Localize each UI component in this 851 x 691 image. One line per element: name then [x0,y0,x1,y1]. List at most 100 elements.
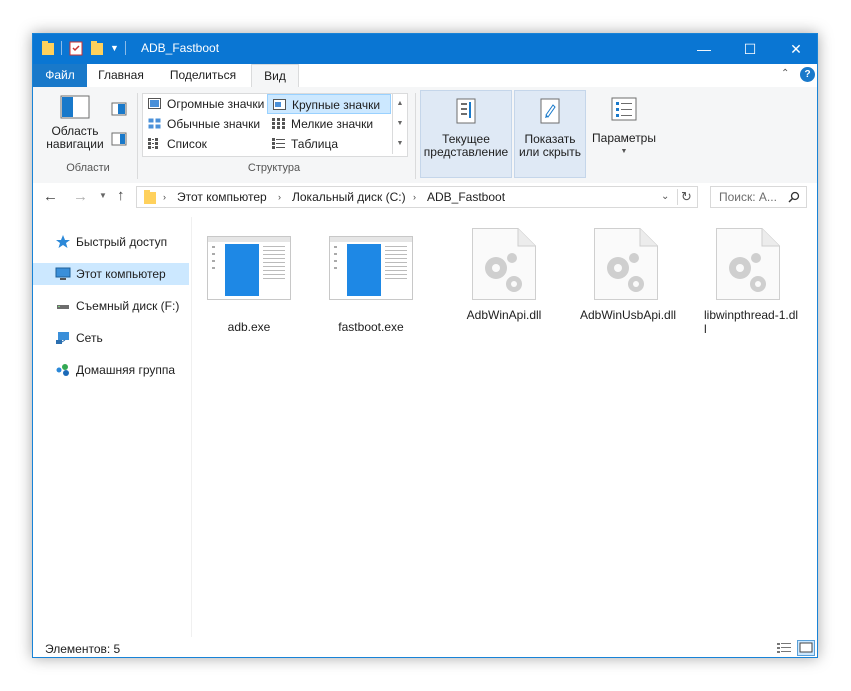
breadcrumb-separator-icon: › [278,192,281,202]
layout-large-icons[interactable]: Крупные значки [267,94,391,114]
layout-item-label: Мелкие значки [291,117,374,131]
layout-extra-large-icons[interactable]: Огромные значки [143,94,267,114]
nav-item-quick-access[interactable]: Быстрый доступ [33,231,189,253]
nav-item-network[interactable]: Сеть [33,327,189,349]
file-item[interactable]: libwinpthread-1.dll [696,228,800,336]
large-icons-view-icon[interactable] [797,640,815,656]
file-item[interactable]: adb.exe [197,236,301,334]
tab-file[interactable]: Файл [33,64,87,87]
properties-icon[interactable] [68,40,84,56]
file-name: fastboot.exe [338,320,404,334]
show-hide-icon [540,98,560,124]
breadcrumb-separator-icon: › [163,192,166,202]
layout-medium-icons[interactable]: Обычные значки [143,114,267,134]
star-icon [56,235,70,248]
file-name: libwinpthread-1.dll [704,308,799,336]
panes-group-label: Области [66,162,110,174]
options-dropdown-icon: ▼ [620,148,628,155]
nav-item-label: Сеть [76,331,103,345]
file-item[interactable]: AdbWinApi.dll [452,228,556,322]
drive-icon [57,305,69,309]
breadcrumb-current-folder[interactable]: ADB_Fastboot [427,190,505,204]
show-hide-label: Показать или скрыть [518,132,582,159]
details-pane-icon[interactable] [111,132,127,146]
back-icon[interactable]: ← [43,188,58,205]
file-item[interactable]: fastboot.exe [319,236,423,334]
navigation-pane-button[interactable]: Область навигации [43,95,107,155]
dll-gear-icon [716,228,780,300]
nav-item-label: Этот компьютер [76,267,166,281]
details-view-icon[interactable] [776,641,792,655]
address-dropdown-icon[interactable]: ⌄ [661,191,669,202]
layout-item-label: Обычные значки [167,117,261,131]
file-name: adb.exe [227,320,271,334]
address-bar[interactable]: › Этот компьютер › Локальный диск (C:) ›… [136,186,698,208]
gallery-expand[interactable]: ▼ [392,134,407,154]
explorer-window: ▼ ADB_Fastboot — ☐ ✕ Файл Главная Подели… [32,33,818,658]
nav-item-label: Съемный диск (F:) [76,299,180,313]
tab-share[interactable]: Поделиться [157,64,249,87]
nav-item-this-pc[interactable]: Этот компьютер [33,263,189,285]
ribbon-separator [137,93,138,179]
current-view-icon [456,98,476,124]
options-button[interactable]: Параметры ▼ [589,90,659,160]
extra-large-icons-icon [148,98,161,109]
large-icons-icon [273,99,286,110]
nav-item-removable-disk[interactable]: Съемный диск (F:) [33,295,189,317]
items-count: Элементов: 5 [45,642,121,656]
refresh-icon[interactable]: ↻ [681,189,692,205]
up-icon[interactable]: ↑ [117,187,125,204]
navigation-pane-label: Область навигации [46,124,104,151]
layout-group-label: Структура [247,162,301,174]
gallery-scroll-down[interactable]: ▼ [392,114,407,134]
qat-dropdown-icon[interactable]: ▼ [110,43,119,53]
title-bar: ▼ ADB_Fastboot — ☐ ✕ [33,34,817,64]
recent-locations-icon[interactable]: ▼ [99,191,107,200]
tab-view[interactable]: Вид [251,64,299,88]
show-hide-button[interactable]: Показать или скрыть [514,90,586,178]
homegroup-icon [56,364,69,376]
tab-home[interactable]: Главная [89,64,153,87]
file-name: AdbWinUsbApi.dll [580,308,677,322]
layout-item-label: Список [167,137,207,151]
maximize-button[interactable]: ☐ [727,34,773,64]
layout-item-label: Таблица [291,137,339,151]
search-input[interactable]: Поиск: A... [710,186,807,208]
preview-pane-icon[interactable] [111,102,127,116]
file-name: AdbWinApi.dll [466,308,542,322]
address-row: ← → ▼ ↑ › Этот компьютер › Локальный дис… [33,183,817,213]
new-folder-icon[interactable] [90,40,104,56]
navigation-pane-icon [60,95,90,119]
nav-item-homegroup[interactable]: Домашняя группа [33,359,189,381]
ribbon-tabs: Файл Главная Поделиться Вид ⌃ ? [33,64,817,88]
collapse-ribbon-icon[interactable]: ⌃ [781,68,789,79]
details-icon [272,138,285,149]
exe-window-icon [207,236,291,300]
status-bar: Элементов: 5 [33,637,817,657]
folder-icon [144,190,156,204]
help-icon[interactable]: ? [800,67,815,82]
computer-icon [55,267,71,280]
medium-icons-icon [148,118,161,129]
layout-gallery: Огромные значки Крупные значки Обычные з… [142,93,408,157]
layout-small-icons[interactable]: Мелкие значки [267,114,391,134]
file-item[interactable]: AdbWinUsbApi.dll [574,228,678,322]
close-button[interactable]: ✕ [773,34,817,64]
minimize-button[interactable]: — [681,34,727,64]
layout-details[interactable]: Таблица [267,134,391,154]
forward-icon[interactable]: → [73,188,88,205]
exe-window-icon [329,236,413,300]
current-view-label: Текущее представление [423,132,509,159]
current-view-button[interactable]: Текущее представление [420,90,512,178]
dll-gear-icon [594,228,658,300]
options-label: Параметры [592,131,656,145]
breadcrumb-this-pc[interactable]: Этот компьютер [177,190,267,204]
gallery-scroll-up[interactable]: ▲ [392,94,407,114]
layout-list[interactable]: Список [143,134,267,154]
breadcrumb-local-disk[interactable]: Локальный диск (C:) [292,190,406,204]
nav-item-label: Домашняя группа [76,363,176,377]
search-icon[interactable] [788,191,800,203]
ribbon-separator [415,93,416,179]
search-placeholder: Поиск: A... [719,190,777,204]
layout-item-label: Крупные значки [292,98,381,112]
